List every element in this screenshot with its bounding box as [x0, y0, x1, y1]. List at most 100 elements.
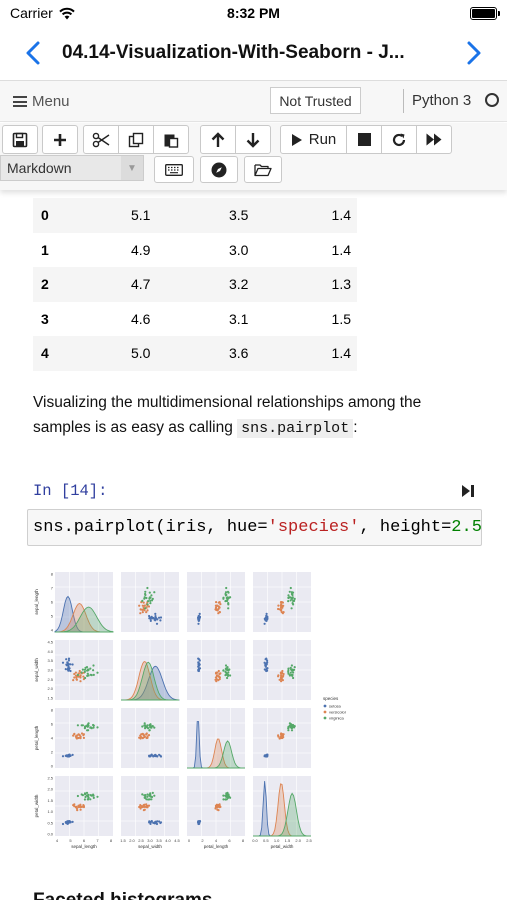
scatter-point-setosa — [64, 668, 67, 671]
scatter-point-versicolor — [73, 733, 76, 736]
scatter-point-virginica — [144, 794, 147, 798]
scatter-point-virginica — [289, 586, 292, 590]
scatter-point-setosa — [71, 663, 74, 666]
run-button[interactable]: Run — [280, 125, 347, 154]
menu-button[interactable]: Menu — [13, 93, 70, 110]
scatter-point-virginica — [225, 593, 228, 597]
run-cell-icon[interactable] — [461, 484, 475, 498]
scatter-point-setosa — [148, 755, 151, 758]
scatter-point-versicolor — [82, 736, 85, 739]
scatter-point-versicolor — [217, 809, 220, 812]
scatter-point-virginica — [141, 793, 144, 796]
scatter-point-setosa — [197, 616, 200, 619]
tick-label: 2.0 — [129, 838, 135, 843]
scatter-point-setosa — [158, 616, 161, 619]
scatter-point-setosa — [154, 822, 157, 825]
tick-label: 6 — [51, 722, 54, 727]
scatter-point-virginica — [224, 670, 227, 673]
notebook-toolbar: Run Markdown ▼ — [0, 123, 507, 190]
scatter-point-virginica — [291, 591, 295, 594]
scatter-point-versicolor — [73, 803, 76, 806]
cell-type-select[interactable]: Markdown ▼ — [0, 155, 144, 181]
scatter-point-virginica — [144, 796, 147, 799]
scatter-point-virginica — [290, 596, 293, 599]
scatter-point-virginica — [293, 597, 296, 600]
paste-button[interactable] — [153, 125, 189, 154]
scatter-point-virginica — [224, 664, 228, 667]
forward-chevron-icon[interactable] — [461, 40, 485, 66]
scatter-point-virginica — [225, 586, 228, 590]
navigate-button[interactable] — [200, 156, 238, 183]
move-up-button[interactable] — [200, 125, 236, 154]
scatter-point-versicolor — [214, 608, 217, 611]
keyboard-icon — [165, 163, 183, 176]
scatter-point-virginica — [149, 599, 152, 602]
restart-run-all-button[interactable] — [416, 125, 452, 154]
table-cell: 1.5 — [331, 310, 351, 327]
scatter-point-virginica — [146, 603, 149, 606]
scatter-point-virginica — [92, 793, 95, 796]
cut-button[interactable] — [83, 125, 119, 154]
table-cell: 3.2 — [229, 276, 249, 293]
back-chevron-icon[interactable] — [22, 40, 46, 66]
tick-label: 0.0 — [47, 832, 53, 837]
copy-button[interactable] — [118, 125, 154, 154]
scatter-point-virginica — [87, 668, 90, 671]
scatter-point-versicolor — [143, 604, 146, 607]
markdown-text: Visualizing the multidimensional relatio… — [33, 394, 422, 436]
scatter-point-virginica — [144, 590, 147, 593]
table-cell: 4.7 — [131, 276, 151, 293]
save-icon — [12, 132, 28, 147]
scatter-point-versicolor — [75, 737, 78, 740]
scatter-point-versicolor — [216, 609, 219, 612]
scatter-point-setosa — [65, 658, 68, 661]
scatter-point-virginica — [92, 664, 95, 667]
tick-label: 2.5 — [47, 776, 53, 781]
save-button[interactable] — [2, 125, 38, 154]
scatter-point-setosa — [154, 617, 157, 620]
table-cell: 5.1 — [131, 207, 151, 224]
scatter-point-virginica — [84, 676, 87, 680]
tick-label: 7 — [51, 586, 54, 591]
tick-label: 2.0 — [47, 787, 53, 792]
scatter-point-virginica — [225, 792, 228, 795]
arrow-down-icon — [246, 132, 260, 148]
tick-label: 4 — [215, 838, 218, 843]
scatter-point-virginica — [87, 723, 90, 726]
scatter-point-setosa — [263, 668, 266, 671]
restart-kernel-button[interactable] — [381, 125, 417, 154]
axis-label: sepal_width — [138, 844, 162, 849]
scatter-point-virginica — [228, 795, 231, 798]
trust-status-button[interactable]: Not Trusted — [270, 87, 361, 114]
tick-label: 2.0 — [47, 686, 53, 691]
scatter-point-virginica — [287, 600, 290, 603]
markdown-cell[interactable]: Visualizing the multidimensional relatio… — [33, 390, 483, 441]
scatter-point-virginica — [84, 795, 87, 799]
tick-label: 5 — [51, 614, 54, 619]
hamburger-icon — [13, 96, 27, 107]
tick-label: 5 — [69, 838, 72, 843]
scatter-point-virginica — [92, 726, 95, 729]
axis-label: sepal_length — [34, 589, 39, 615]
scatter-point-versicolor — [280, 671, 284, 674]
scatter-point-virginica — [144, 593, 147, 597]
move-down-button[interactable] — [235, 125, 271, 154]
code-cell-input[interactable]: sns.pairplot(iris, hue='species', height… — [27, 509, 482, 546]
insert-cell-button[interactable] — [42, 125, 78, 154]
scatter-point-setosa — [67, 669, 70, 672]
scatter-point-versicolor — [281, 601, 284, 604]
command-palette-button[interactable] — [154, 156, 194, 183]
legend-title: species — [323, 696, 339, 701]
tick-label: 6 — [51, 600, 54, 605]
tick-label: 2.0 — [295, 838, 301, 843]
scatter-point-virginica — [144, 724, 147, 727]
interrupt-button[interactable] — [346, 125, 382, 154]
scatter-point-versicolor — [82, 806, 85, 809]
axis-label: petal_length — [204, 844, 229, 849]
scatter-point-setosa — [266, 669, 269, 672]
scatter-point-virginica — [143, 597, 146, 600]
open-file-button[interactable] — [244, 156, 282, 183]
tick-label: 3.5 — [47, 658, 53, 663]
scatter-point-virginica — [92, 669, 95, 672]
scatter-point-setosa — [265, 616, 268, 619]
